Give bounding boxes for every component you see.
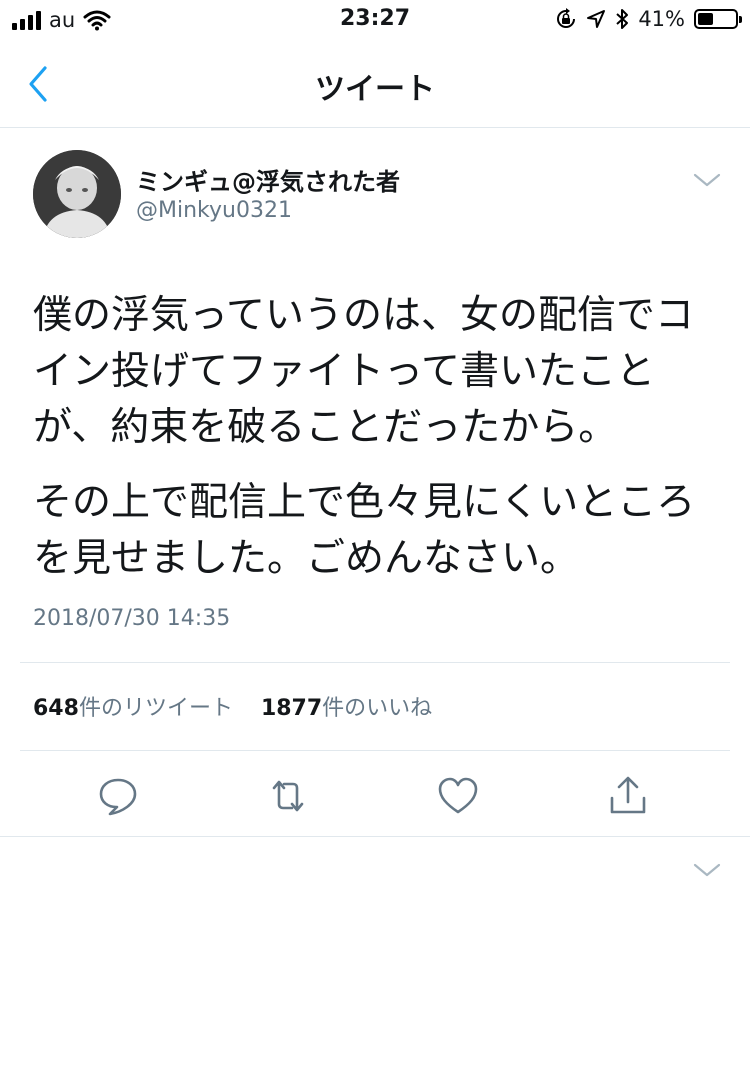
like-count: 1877: [260, 696, 323, 721]
tweet-timestamp: 2018/07/30 14:35: [33, 606, 231, 631]
status-right: 41%: [555, 7, 742, 31]
retweet-count: 648: [33, 696, 79, 721]
retweet-label: 件のリツイート: [78, 696, 233, 721]
chevron-down-icon[interactable]: [692, 860, 722, 880]
share-icon[interactable]: [606, 774, 650, 818]
status-bar: au 23:27 41%: [0, 0, 750, 42]
divider: [20, 750, 730, 751]
like-stats[interactable]: 1877件のいいね: [261, 696, 432, 721]
bluetooth-icon: [616, 9, 629, 29]
tweet-paragraph-1: 僕の浮気っていうのは、女の配信でコイン投げてファイトって書いたことが、約束を破る…: [33, 293, 695, 450]
battery-percent: 41%: [638, 7, 685, 31]
user-handle[interactable]: @Minkyu0321: [136, 198, 292, 223]
tweet-text: 僕の浮気っていうのは、女の配信でコイン投げてファイトって書いたことが、約束を破る…: [33, 288, 723, 606]
battery-icon: [694, 9, 742, 29]
tweet-header: ミンギュ@浮気された者 @Minkyu0321: [0, 128, 750, 248]
divider: [20, 662, 730, 663]
nav-bar: ツイート: [0, 42, 750, 128]
retweet-icon[interactable]: [266, 774, 310, 818]
location-arrow-icon: [587, 10, 606, 28]
action-bar: [0, 760, 750, 830]
page-title: ツイート: [315, 72, 435, 107]
retweet-stats[interactable]: 648件のリツイート: [33, 696, 233, 721]
tweet-paragraph-2: その上で配信上で色々見にくいところを見せました。ごめんなさい。: [33, 480, 696, 581]
divider: [0, 836, 750, 837]
tweet-stats: 648件のリツイート 1877件のいいね: [33, 690, 432, 722]
battery-fill: [698, 13, 713, 25]
reply-icon[interactable]: [96, 774, 140, 818]
like-label: 件のいいね: [322, 696, 433, 721]
avatar[interactable]: [33, 150, 121, 238]
like-icon[interactable]: [436, 774, 480, 818]
rotation-lock-icon: [557, 8, 576, 28]
display-name[interactable]: ミンギュ@浮気された者: [136, 162, 400, 197]
chevron-down-icon[interactable]: [692, 170, 722, 190]
